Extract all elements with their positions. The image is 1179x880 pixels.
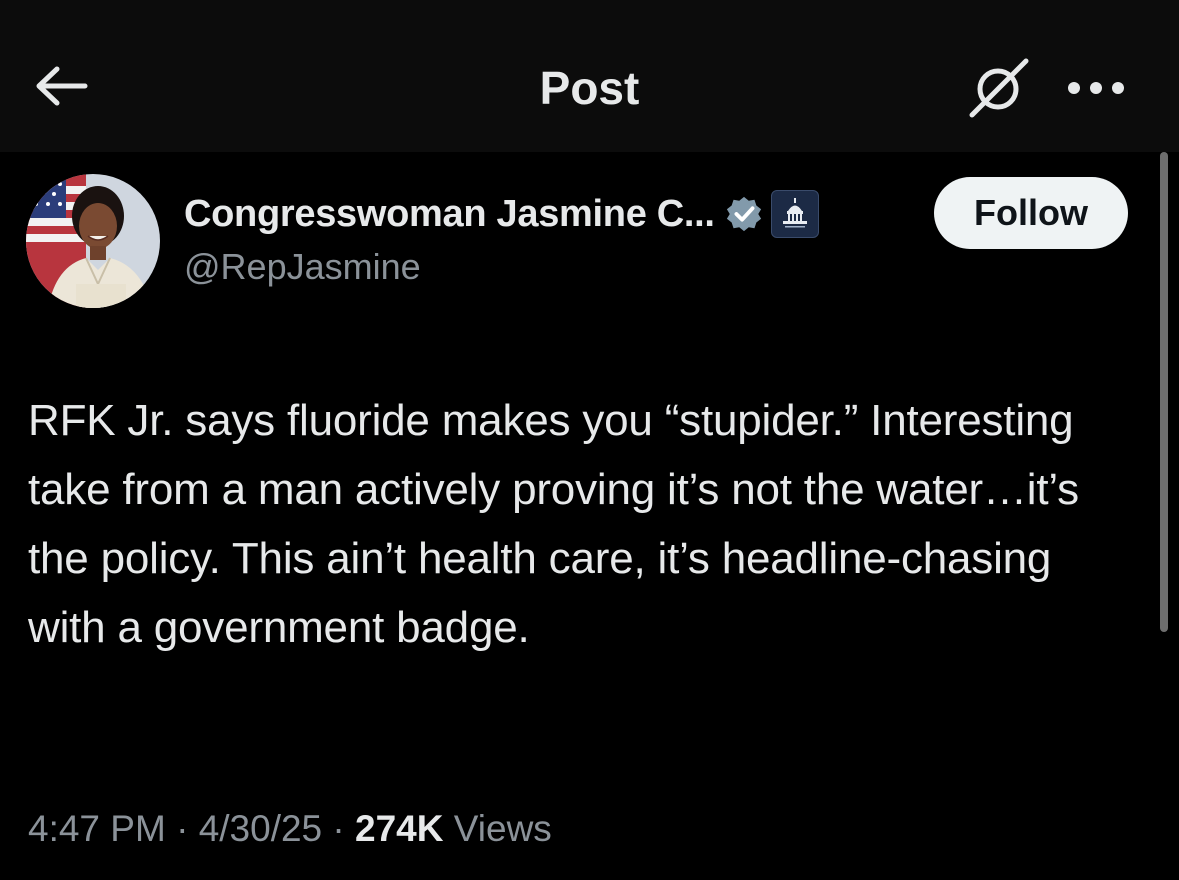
verified-badge-icon: [726, 196, 761, 232]
grok-icon: [969, 58, 1029, 118]
post-text: RFK Jr. says fluoride makes you “stupide…: [28, 396, 1079, 652]
views-count: 274K: [355, 808, 444, 849]
top-app-bar: Post: [0, 0, 1179, 152]
scrollbar[interactable]: [1160, 152, 1168, 632]
author-display-name: Congresswoman Jasmine C...: [184, 192, 715, 235]
more-options-button[interactable]: [1060, 66, 1132, 110]
meta-separator: ·: [165, 808, 199, 849]
post-time[interactable]: 4:47 PM: [28, 808, 166, 849]
avatar[interactable]: [26, 174, 160, 308]
capitol-building-icon: [782, 198, 807, 228]
author-handle[interactable]: @RepJasmine: [184, 246, 421, 288]
views-label: Views: [453, 808, 552, 849]
post-meta: 4:47 PM · 4/30/25 · 274K Views: [28, 808, 552, 850]
more-dots-icon: [1068, 82, 1124, 94]
author-name-row[interactable]: Congresswoman Jasmine C...: [184, 188, 819, 240]
post-date[interactable]: 4/30/25: [199, 808, 322, 849]
meta-separator: ·: [322, 808, 356, 849]
affiliation-badge[interactable]: [770, 190, 819, 238]
follow-button[interactable]: Follow: [934, 177, 1128, 249]
grok-button[interactable]: [962, 52, 1036, 124]
